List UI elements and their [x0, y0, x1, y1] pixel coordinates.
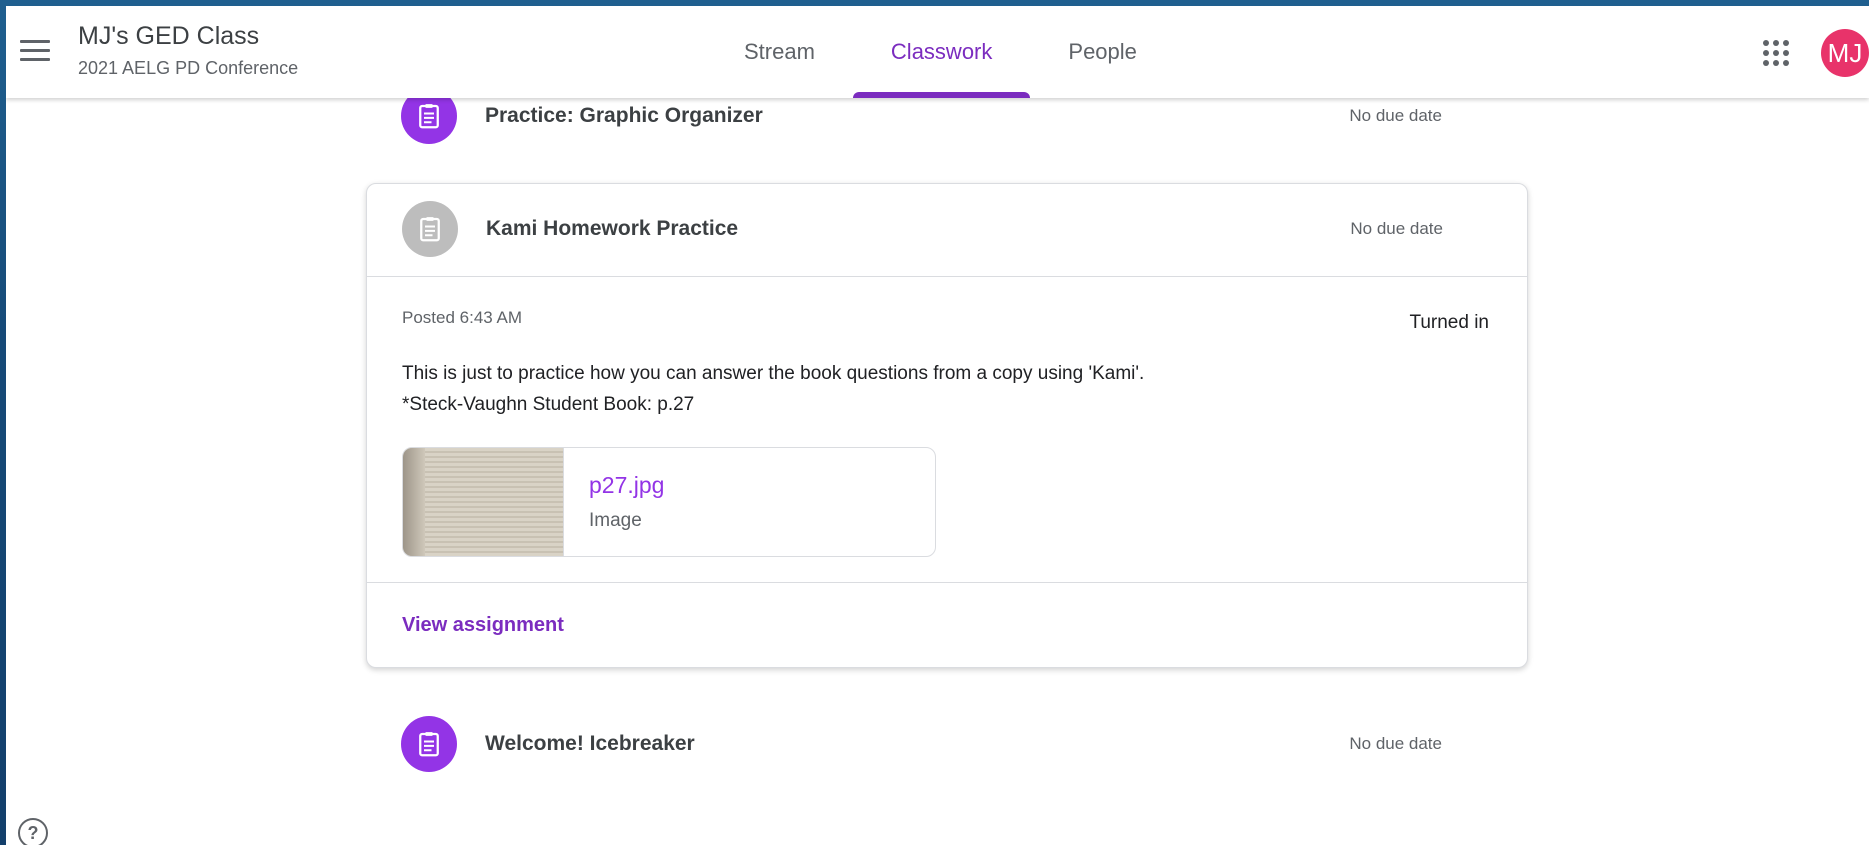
expanded-assignment-card: Kami Homework Practice No due date Poste… — [366, 183, 1528, 668]
classwork-item[interactable]: Welcome! Icebreaker No due date — [366, 699, 1528, 789]
item-due-date: No due date — [1350, 219, 1443, 238]
help-icon[interactable]: ? — [18, 818, 48, 845]
classwork-item[interactable]: Kami Homework Practice No due date — [367, 184, 1529, 274]
attachment-card[interactable]: p27.jpg Image — [402, 447, 936, 557]
attachment-thumbnail — [403, 448, 564, 556]
class-section: 2021 AELG PD Conference — [78, 58, 299, 78]
google-apps-icon[interactable] — [1763, 40, 1789, 66]
assignment-icon — [402, 201, 458, 257]
description-line: *Steck-Vaughn Student Book: p.27 — [402, 394, 695, 415]
attachment-name: p27.jpg — [589, 472, 665, 498]
item-title: Kami Homework Practice — [486, 217, 739, 240]
status-badge: Turned in — [1409, 312, 1489, 333]
assignment-description: This is just to practice how you can ans… — [402, 358, 1144, 420]
tab-classwork[interactable]: Classwork — [852, 6, 1031, 98]
posted-time: Posted 6:43 AM — [402, 308, 523, 327]
divider — [367, 276, 1527, 277]
class-name[interactable]: MJ's GED Class — [78, 22, 259, 51]
item-due-date: No due date — [1349, 734, 1442, 753]
account-avatar[interactable]: MJ — [1821, 29, 1869, 77]
divider — [367, 582, 1527, 583]
item-title: Practice: Graphic Organizer — [485, 104, 763, 127]
classroom-window: MJ's GED Class 2021 AELG PD Conference S… — [6, 6, 1869, 845]
item-due-date: No due date — [1349, 106, 1442, 125]
tab-bar: Stream Classwork People — [706, 6, 1175, 98]
tab-people[interactable]: People — [1030, 6, 1175, 98]
top-bar: MJ's GED Class 2021 AELG PD Conference S… — [6, 6, 1869, 98]
attachment-type: Image — [589, 510, 642, 531]
assignment-icon — [401, 716, 457, 772]
tab-stream[interactable]: Stream — [706, 6, 853, 98]
description-line: This is just to practice how you can ans… — [402, 363, 1145, 384]
main-menu-icon[interactable] — [20, 36, 50, 64]
view-assignment-link[interactable]: View assignment — [402, 614, 564, 637]
item-title: Welcome! Icebreaker — [485, 732, 695, 755]
